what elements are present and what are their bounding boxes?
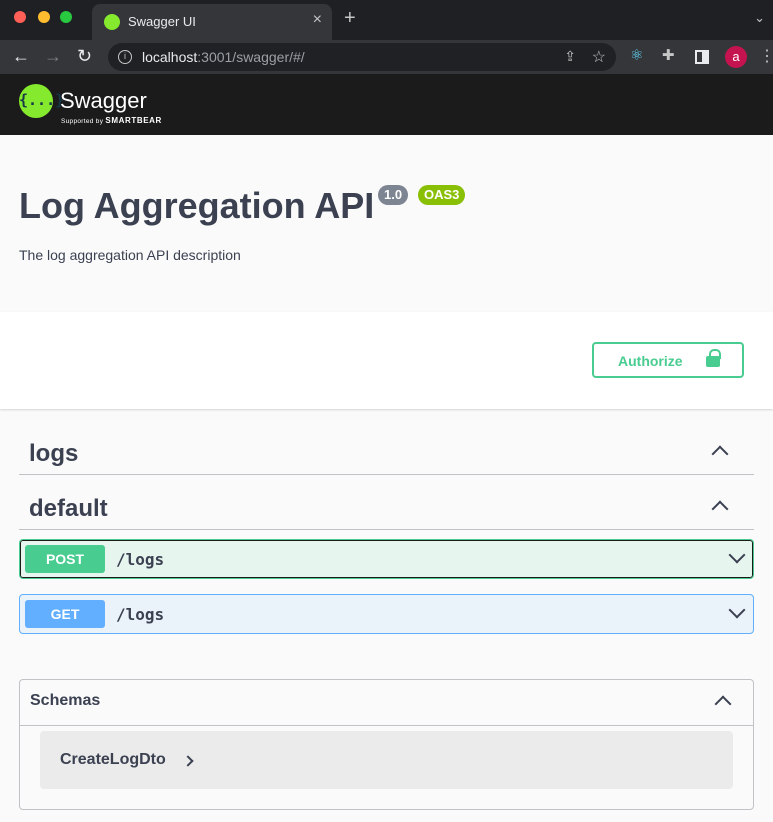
maximize-window-button[interactable]: [60, 11, 72, 23]
minimize-window-button[interactable]: [38, 11, 50, 23]
logo-sub-brand: SMARTBEAR: [105, 116, 162, 125]
api-info: Log Aggregation API 1.0 OAS3 The log agg…: [0, 135, 773, 312]
operation-path: /logs: [116, 550, 165, 569]
side-panel-icon[interactable]: [695, 50, 709, 64]
schema-name: CreateLogDto: [60, 751, 166, 768]
swagger-topbar: {...} Swagger Supported by SMARTBEAR: [0, 74, 773, 135]
url-text: localhost:3001/swagger/#/: [142, 49, 305, 65]
browser-toolbar: ← → ↻ i localhost:3001/swagger/#/ ⇪ ☆ ⚛ …: [0, 40, 773, 74]
browser-tab[interactable]: Swagger UI ×: [92, 4, 332, 40]
operation-post-logs[interactable]: POST /logs: [19, 539, 754, 579]
close-window-button[interactable]: [14, 11, 26, 23]
profile-avatar[interactable]: a: [725, 46, 747, 68]
method-badge-get: GET: [25, 600, 105, 628]
logo-braces: {...}: [19, 91, 65, 109]
scheme-container: Authorize: [0, 312, 773, 409]
tag-name: logs: [29, 440, 79, 467]
url-host: localhost: [142, 49, 198, 65]
address-bar[interactable]: i localhost:3001/swagger/#/ ⇪ ☆: [108, 43, 616, 71]
share-icon[interactable]: ⇪: [564, 48, 576, 65]
swagger-logo-icon[interactable]: {...}: [19, 84, 65, 118]
back-arrow-icon[interactable]: ←: [12, 45, 30, 67]
collapse-chevron-icon[interactable]: [711, 500, 729, 518]
tab-search-chevron-icon[interactable]: ⌄: [754, 10, 765, 26]
expand-chevron-icon[interactable]: [728, 546, 746, 564]
browser-tabstrip: Swagger UI × + ⌄: [0, 0, 773, 40]
expand-chevron-icon[interactable]: [728, 601, 746, 619]
tag-section-logs[interactable]: logs: [19, 430, 754, 475]
version-badge: 1.0: [378, 185, 409, 205]
bookmark-star-icon[interactable]: ☆: [592, 47, 606, 67]
schemas-section: Schemas CreateLogDto: [19, 679, 754, 810]
close-tab-icon[interactable]: ×: [313, 12, 322, 28]
logo-wordmark: Swagger: [60, 88, 147, 113]
logo-sub-prefix: Supported by: [61, 118, 104, 125]
schema-item-createlogdto[interactable]: CreateLogDto: [40, 731, 733, 789]
collapse-chevron-icon[interactable]: [714, 695, 732, 713]
tag-name: default: [29, 495, 108, 522]
reload-icon[interactable]: ↻: [77, 45, 92, 67]
chevron-right-icon[interactable]: [182, 755, 194, 767]
site-info-icon[interactable]: i: [118, 50, 132, 64]
forward-arrow-icon[interactable]: →: [44, 45, 62, 67]
react-devtools-icon[interactable]: ⚛: [630, 47, 643, 65]
operation-get-logs[interactable]: GET /logs: [19, 594, 754, 634]
new-tab-icon[interactable]: +: [344, 8, 356, 28]
schemas-title: Schemas: [30, 692, 101, 709]
logo-subtitle: Supported by SMARTBEAR: [61, 116, 162, 125]
schemas-header[interactable]: Schemas: [20, 680, 753, 726]
swagger-favicon-icon: [104, 14, 120, 30]
more-menu-icon[interactable]: ⋮: [759, 46, 773, 68]
method-badge-post: POST: [25, 545, 105, 573]
api-title: Log Aggregation API: [19, 185, 375, 226]
tab-title: Swagger UI: [128, 14, 196, 29]
api-description: The log aggregation API description: [19, 247, 241, 263]
extensions-puzzle-icon[interactable]: ✚: [662, 47, 675, 65]
url-path: :3001/swagger/#/: [197, 49, 305, 65]
lock-icon: [706, 349, 721, 367]
tag-section-default[interactable]: default: [19, 485, 754, 530]
authorize-label: Authorize: [618, 353, 683, 369]
operation-path: /logs: [116, 605, 165, 624]
collapse-chevron-icon[interactable]: [711, 445, 729, 463]
oas-badge: OAS3: [418, 185, 466, 205]
authorize-button[interactable]: Authorize: [592, 342, 744, 378]
